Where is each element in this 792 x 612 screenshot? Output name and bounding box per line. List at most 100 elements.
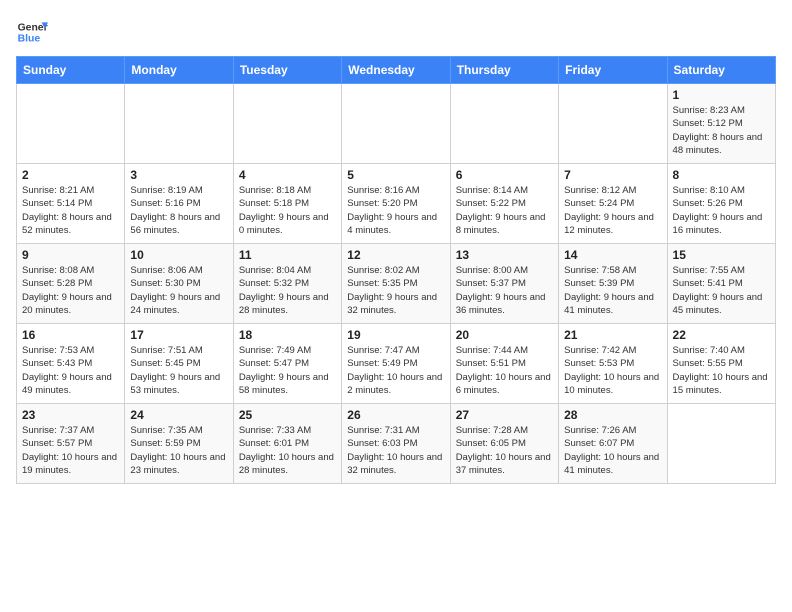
day-number: 18 bbox=[239, 328, 336, 342]
day-info: Sunrise: 8:12 AM Sunset: 5:24 PM Dayligh… bbox=[564, 184, 661, 237]
day-info: Sunrise: 8:16 AM Sunset: 5:20 PM Dayligh… bbox=[347, 184, 444, 237]
day-info: Sunrise: 8:18 AM Sunset: 5:18 PM Dayligh… bbox=[239, 184, 336, 237]
calendar-day-cell bbox=[233, 84, 341, 164]
day-number: 28 bbox=[564, 408, 661, 422]
day-info: Sunrise: 7:53 AM Sunset: 5:43 PM Dayligh… bbox=[22, 344, 119, 397]
day-info: Sunrise: 7:33 AM Sunset: 6:01 PM Dayligh… bbox=[239, 424, 336, 477]
logo-icon: General Blue bbox=[16, 16, 48, 48]
day-info: Sunrise: 8:04 AM Sunset: 5:32 PM Dayligh… bbox=[239, 264, 336, 317]
day-number: 3 bbox=[130, 168, 227, 182]
day-info: Sunrise: 8:10 AM Sunset: 5:26 PM Dayligh… bbox=[673, 184, 770, 237]
day-number: 10 bbox=[130, 248, 227, 262]
day-info: Sunrise: 8:21 AM Sunset: 5:14 PM Dayligh… bbox=[22, 184, 119, 237]
day-info: Sunrise: 8:00 AM Sunset: 5:37 PM Dayligh… bbox=[456, 264, 553, 317]
calendar-day-cell: 25 Sunrise: 7:33 AM Sunset: 6:01 PM Dayli… bbox=[233, 404, 341, 484]
day-info: Sunrise: 8:02 AM Sunset: 5:35 PM Dayligh… bbox=[347, 264, 444, 317]
calendar-day-cell: 5 Sunrise: 8:16 AM Sunset: 5:20 PM Daylig… bbox=[342, 164, 450, 244]
day-number: 27 bbox=[456, 408, 553, 422]
calendar-day-cell: 27 Sunrise: 7:28 AM Sunset: 6:05 PM Dayli… bbox=[450, 404, 558, 484]
day-info: Sunrise: 7:31 AM Sunset: 6:03 PM Dayligh… bbox=[347, 424, 444, 477]
calendar-day-cell: 7 Sunrise: 8:12 AM Sunset: 5:24 PM Daylig… bbox=[559, 164, 667, 244]
calendar-day-cell bbox=[125, 84, 233, 164]
calendar-day-cell bbox=[667, 404, 775, 484]
calendar-day-cell bbox=[342, 84, 450, 164]
page-header: General Blue bbox=[16, 16, 776, 48]
calendar-day-cell bbox=[17, 84, 125, 164]
weekday-header-friday: Friday bbox=[559, 57, 667, 84]
calendar-day-cell: 21 Sunrise: 7:42 AM Sunset: 5:53 PM Dayli… bbox=[559, 324, 667, 404]
day-number: 14 bbox=[564, 248, 661, 262]
day-info: Sunrise: 7:51 AM Sunset: 5:45 PM Dayligh… bbox=[130, 344, 227, 397]
day-info: Sunrise: 8:08 AM Sunset: 5:28 PM Dayligh… bbox=[22, 264, 119, 317]
day-number: 24 bbox=[130, 408, 227, 422]
calendar-day-cell: 22 Sunrise: 7:40 AM Sunset: 5:55 PM Dayli… bbox=[667, 324, 775, 404]
calendar-week-row: 9 Sunrise: 8:08 AM Sunset: 5:28 PM Daylig… bbox=[17, 244, 776, 324]
calendar-day-cell: 17 Sunrise: 7:51 AM Sunset: 5:45 PM Dayli… bbox=[125, 324, 233, 404]
day-number: 7 bbox=[564, 168, 661, 182]
calendar-day-cell bbox=[559, 84, 667, 164]
weekday-header-sunday: Sunday bbox=[17, 57, 125, 84]
day-number: 26 bbox=[347, 408, 444, 422]
calendar-day-cell bbox=[450, 84, 558, 164]
weekday-header-monday: Monday bbox=[125, 57, 233, 84]
calendar-day-cell: 2 Sunrise: 8:21 AM Sunset: 5:14 PM Daylig… bbox=[17, 164, 125, 244]
day-info: Sunrise: 7:35 AM Sunset: 5:59 PM Dayligh… bbox=[130, 424, 227, 477]
calendar-day-cell: 19Sunrise: 7:47 AM Sunset: 5:49 PM Dayli… bbox=[342, 324, 450, 404]
logo: General Blue bbox=[16, 16, 48, 48]
calendar-day-cell: 6 Sunrise: 8:14 AM Sunset: 5:22 PM Daylig… bbox=[450, 164, 558, 244]
calendar-day-cell: 3 Sunrise: 8:19 AM Sunset: 5:16 PM Daylig… bbox=[125, 164, 233, 244]
day-number: 5 bbox=[347, 168, 444, 182]
day-number: 22 bbox=[673, 328, 770, 342]
day-number: 20 bbox=[456, 328, 553, 342]
day-info: Sunrise: 7:26 AM Sunset: 6:07 PM Dayligh… bbox=[564, 424, 661, 477]
calendar-day-cell: 26 Sunrise: 7:31 AM Sunset: 6:03 PM Dayli… bbox=[342, 404, 450, 484]
day-number: 4 bbox=[239, 168, 336, 182]
day-info: Sunrise: 7:42 AM Sunset: 5:53 PM Dayligh… bbox=[564, 344, 661, 397]
day-number: 11 bbox=[239, 248, 336, 262]
calendar-day-cell: 11 Sunrise: 8:04 AM Sunset: 5:32 PM Dayli… bbox=[233, 244, 341, 324]
calendar-day-cell: 18 Sunrise: 7:49 AM Sunset: 5:47 PM Dayli… bbox=[233, 324, 341, 404]
day-info: Sunrise: 8:19 AM Sunset: 5:16 PM Dayligh… bbox=[130, 184, 227, 237]
day-number: 25 bbox=[239, 408, 336, 422]
day-info: Sunrise: 7:55 AM Sunset: 5:41 PM Dayligh… bbox=[673, 264, 770, 317]
day-number: 16 bbox=[22, 328, 119, 342]
day-number: 6 bbox=[456, 168, 553, 182]
calendar-week-row: 16 Sunrise: 7:53 AM Sunset: 5:43 PM Dayli… bbox=[17, 324, 776, 404]
calendar-day-cell: 24 Sunrise: 7:35 AM Sunset: 5:59 PM Dayli… bbox=[125, 404, 233, 484]
day-number: 17 bbox=[130, 328, 227, 342]
day-info: Sunrise: 7:28 AM Sunset: 6:05 PM Dayligh… bbox=[456, 424, 553, 477]
calendar-day-cell: 16 Sunrise: 7:53 AM Sunset: 5:43 PM Dayli… bbox=[17, 324, 125, 404]
day-info: Sunrise: 7:37 AM Sunset: 5:57 PM Dayligh… bbox=[22, 424, 119, 477]
day-number: 19 bbox=[347, 328, 444, 342]
calendar-day-cell: 15 Sunrise: 7:55 AM Sunset: 5:41 PM Dayli… bbox=[667, 244, 775, 324]
calendar-day-cell: 20 Sunrise: 7:44 AM Sunset: 5:51 PM Dayli… bbox=[450, 324, 558, 404]
calendar-day-cell: 13 Sunrise: 8:00 AM Sunset: 5:37 PM Dayli… bbox=[450, 244, 558, 324]
day-info: Sunrise: 7:40 AM Sunset: 5:55 PM Dayligh… bbox=[673, 344, 770, 397]
calendar-day-cell: 14Sunrise: 7:58 AM Sunset: 5:39 PM Dayli… bbox=[559, 244, 667, 324]
calendar-week-row: 2 Sunrise: 8:21 AM Sunset: 5:14 PM Daylig… bbox=[17, 164, 776, 244]
day-info: Sunrise: 7:44 AM Sunset: 5:51 PM Dayligh… bbox=[456, 344, 553, 397]
day-number: 12 bbox=[347, 248, 444, 262]
day-info: Sunrise: 7:49 AM Sunset: 5:47 PM Dayligh… bbox=[239, 344, 336, 397]
calendar-table: SundayMondayTuesdayWednesdayThursdayFrid… bbox=[16, 56, 776, 484]
calendar-day-cell: 9 Sunrise: 8:08 AM Sunset: 5:28 PM Daylig… bbox=[17, 244, 125, 324]
day-number: 13 bbox=[456, 248, 553, 262]
calendar-day-cell: 28 Sunrise: 7:26 AM Sunset: 6:07 PM Dayli… bbox=[559, 404, 667, 484]
svg-text:Blue: Blue bbox=[18, 34, 41, 45]
day-number: 21 bbox=[564, 328, 661, 342]
calendar-day-cell: 12 Sunrise: 8:02 AM Sunset: 5:35 PM Dayli… bbox=[342, 244, 450, 324]
day-number: 2 bbox=[22, 168, 119, 182]
day-info: Sunrise: 8:23 AM Sunset: 5:12 PM Dayligh… bbox=[673, 104, 770, 157]
day-info: Sunrise: 8:14 AM Sunset: 5:22 PM Dayligh… bbox=[456, 184, 553, 237]
calendar-day-cell: 1Sunrise: 8:23 AM Sunset: 5:12 PM Daylig… bbox=[667, 84, 775, 164]
calendar-day-cell: 10Sunrise: 8:06 AM Sunset: 5:30 PM Dayli… bbox=[125, 244, 233, 324]
calendar-day-cell: 8 Sunrise: 8:10 AM Sunset: 5:26 PM Daylig… bbox=[667, 164, 775, 244]
day-number: 15 bbox=[673, 248, 770, 262]
day-number: 8 bbox=[673, 168, 770, 182]
weekday-header-thursday: Thursday bbox=[450, 57, 558, 84]
calendar-day-cell: 4 Sunrise: 8:18 AM Sunset: 5:18 PM Daylig… bbox=[233, 164, 341, 244]
weekday-header-tuesday: Tuesday bbox=[233, 57, 341, 84]
day-number: 9 bbox=[22, 248, 119, 262]
calendar-day-cell: 23Sunrise: 7:37 AM Sunset: 5:57 PM Dayli… bbox=[17, 404, 125, 484]
weekday-header-wednesday: Wednesday bbox=[342, 57, 450, 84]
